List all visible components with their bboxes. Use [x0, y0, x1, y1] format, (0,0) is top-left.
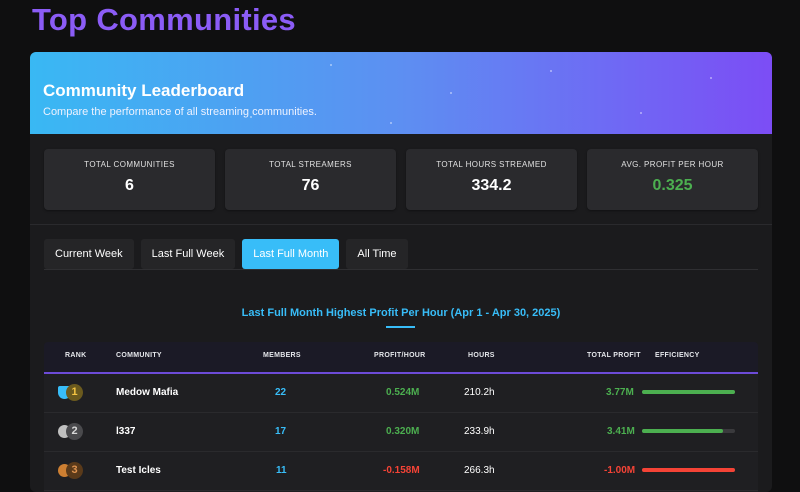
- efficiency-bar: [642, 468, 735, 472]
- section-title-underline: [386, 326, 415, 328]
- profit-per-hour: 0.524M: [386, 387, 420, 398]
- header-total-profit: TOTAL PROFIT: [587, 352, 641, 359]
- leaderboard-banner: Community Leaderboard Compare the perfor…: [30, 52, 772, 134]
- rank-number: 2: [66, 423, 83, 440]
- total-profit: -1.00M: [604, 465, 636, 476]
- stat-card-total-hours: TOTAL HOURS STREAMED 334.2: [406, 149, 577, 210]
- header-profit-per-hour: PROFIT/HOUR: [374, 352, 426, 359]
- tab-last-full-month[interactable]: Last Full Month: [242, 239, 340, 269]
- header-community: COMMUNITY: [116, 352, 162, 359]
- stat-value: 76: [301, 177, 320, 194]
- header-rank: RANK: [65, 352, 87, 359]
- stats-row: TOTAL COMMUNITIES 6 TOTAL STREAMERS 76 T…: [44, 149, 758, 210]
- hours-value: 266.3h: [464, 465, 495, 476]
- stat-value: 0.325: [652, 177, 693, 194]
- table-row[interactable]: 2 l337 17 0.320M 233.9h 3.41M: [44, 413, 758, 452]
- profit-per-hour: -0.158M: [383, 465, 420, 476]
- leaderboard-panel: Community Leaderboard Compare the perfor…: [30, 52, 772, 492]
- header-efficiency: EFFICIENCY: [655, 352, 700, 359]
- table-row[interactable]: 3 Test Icles 11 -0.158M 266.3h -1.00M: [44, 452, 758, 491]
- total-profit: 3.77M: [606, 387, 634, 398]
- stat-card-avg-profit: AVG. PROFIT PER HOUR 0.325: [587, 149, 758, 210]
- efficiency-bar-fill: [642, 468, 735, 472]
- profit-per-hour: 0.320M: [386, 426, 420, 437]
- rank-badge: 1: [58, 384, 84, 402]
- stat-label: TOTAL COMMUNITIES: [84, 160, 175, 169]
- stat-label: TOTAL STREAMERS: [269, 160, 352, 169]
- rank-badge: 3: [58, 462, 84, 480]
- community-name: Test Icles: [116, 465, 161, 476]
- community-name: l337: [116, 426, 136, 437]
- divider: [30, 224, 772, 225]
- community-name: Medow Mafia: [116, 387, 179, 398]
- period-tabs: Current Week Last Full Week Last Full Mo…: [44, 239, 408, 269]
- banner-title: Community Leaderboard: [43, 81, 245, 100]
- efficiency-bar: [642, 429, 735, 433]
- rank-badge: 2: [58, 423, 84, 441]
- stat-card-total-streamers: TOTAL STREAMERS 76: [225, 149, 396, 210]
- banner-subtitle: Compare the performance of all streaming…: [43, 106, 317, 118]
- tabs-underline: [44, 269, 758, 270]
- total-profit: 3.41M: [607, 426, 635, 437]
- stat-label: TOTAL HOURS STREAMED: [436, 160, 547, 169]
- rank-number: 1: [66, 384, 83, 401]
- table-header: RANK COMMUNITY MEMBERS PROFIT/HOUR HOURS…: [44, 342, 758, 374]
- tab-last-full-week[interactable]: Last Full Week: [140, 239, 236, 269]
- tab-current-week[interactable]: Current Week: [44, 239, 134, 269]
- stat-label: AVG. PROFIT PER HOUR: [621, 160, 724, 169]
- tab-all-time[interactable]: All Time: [346, 239, 408, 269]
- table-row[interactable]: 1 Medow Mafia 22 0.524M 210.2h 3.77M: [44, 374, 758, 413]
- header-hours: HOURS: [468, 352, 495, 359]
- section-title: Last Full Month Highest Profit Per Hour …: [241, 307, 561, 319]
- page-title: Top Communities: [32, 2, 296, 37]
- rank-number: 3: [66, 462, 83, 479]
- efficiency-bar-fill: [642, 390, 735, 394]
- hours-value: 233.9h: [464, 426, 495, 437]
- members-count: 17: [275, 426, 287, 437]
- stat-value: 334.2: [471, 177, 512, 194]
- header-members: MEMBERS: [263, 352, 301, 359]
- efficiency-bar-fill: [642, 429, 723, 433]
- stat-card-total-communities: TOTAL COMMUNITIES 6: [44, 149, 215, 210]
- stat-value: 6: [125, 177, 134, 194]
- members-count: 22: [275, 387, 287, 398]
- members-count: 11: [276, 465, 287, 476]
- hours-value: 210.2h: [464, 387, 495, 398]
- leaderboard-table: RANK COMMUNITY MEMBERS PROFIT/HOUR HOURS…: [44, 342, 758, 492]
- efficiency-bar: [642, 390, 735, 394]
